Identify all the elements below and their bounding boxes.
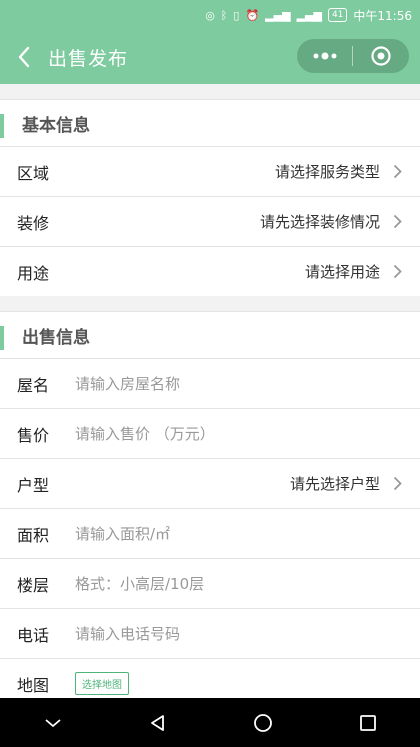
area-row: 面积 请输入面积/㎡ (0, 508, 420, 558)
recents-square-icon (359, 714, 376, 731)
region-row[interactable]: 区域 请选择服务类型 (0, 146, 420, 196)
alarm-icon: ⏰ (245, 8, 260, 22)
phone-row: 电话 请输入电话号码 (0, 608, 420, 658)
back-triangle-icon (150, 714, 164, 731)
floor-input[interactable]: 格式：小高层/10层 (75, 573, 404, 594)
region-value: 请选择服务类型 (274, 163, 380, 181)
mini-program-capsule (297, 39, 409, 73)
house-name-row: 屋名 请输入房屋名称 (0, 358, 420, 408)
app-header: ◎ ᛒ ▯ ⏰ ▂▄▆ ▂▄▆ 41 中午11:56 出售发布 (0, 0, 420, 84)
section-accent-bar (0, 114, 4, 138)
decoration-row[interactable]: 装修 请先选择装修情况 (0, 196, 420, 246)
signal-icon-2: ▂▄▆ (296, 8, 322, 22)
recents-nav-button[interactable] (338, 698, 398, 747)
status-time: 中午11:56 (353, 8, 412, 23)
floor-row: 楼层 格式：小高层/10层 (0, 558, 420, 608)
select-map-button[interactable]: 选择地图 (75, 672, 129, 695)
decoration-label: 装修 (17, 213, 50, 233)
status-bar: ◎ ᛒ ▯ ⏰ ▂▄▆ ▂▄▆ 41 中午11:56 (0, 0, 420, 30)
usage-row[interactable]: 用途 请选择用途 (0, 246, 420, 296)
map-row: 地图 选择地图 (0, 658, 420, 698)
house-name-label: 屋名 (17, 375, 50, 395)
chevron-right-icon (390, 214, 404, 229)
basic-info-section: 基本信息 区域 请选择服务类型 装修 请先选择装修情况 用途 请选择用途 (0, 100, 420, 296)
chevron-left-icon (18, 46, 30, 68)
system-nav-bar (0, 698, 420, 747)
chevron-right-icon (390, 476, 404, 491)
phone-input[interactable]: 请输入电话号码 (75, 623, 404, 644)
signal-icon: ▂▄▆ (265, 8, 291, 22)
section-gap (0, 84, 420, 100)
floor-label: 楼层 (17, 575, 50, 595)
area-label: 面积 (17, 525, 50, 545)
back-nav-button[interactable] (128, 698, 188, 747)
region-label: 区域 (17, 163, 50, 183)
vibrate-icon: ▯ (233, 8, 240, 22)
close-program-button[interactable] (353, 39, 408, 73)
layout-label: 户型 (17, 475, 50, 495)
back-button[interactable] (2, 35, 46, 79)
home-nav-button[interactable] (233, 698, 293, 747)
section-header-basic: 基本信息 (0, 100, 420, 146)
area-input[interactable]: 请输入面积/㎡ (75, 523, 404, 544)
sale-info-section: 出售信息 屋名 请输入房屋名称 售价 请输入售价 （万元） 户型 请先选择户型 … (0, 312, 420, 698)
chevron-right-icon (390, 264, 404, 279)
more-dots-icon (313, 52, 336, 60)
decoration-value: 请先选择装修情况 (259, 213, 380, 231)
target-close-icon (370, 46, 391, 66)
bluetooth-icon: ᛒ (220, 8, 228, 22)
nfc-icon: ◎ (205, 8, 215, 22)
usage-value: 请选择用途 (304, 263, 380, 281)
layout-row[interactable]: 户型 请先选择户型 (0, 458, 420, 508)
section-gap (0, 296, 420, 312)
chevron-down-icon (44, 718, 61, 727)
phone-label: 电话 (17, 625, 50, 645)
layout-value: 请先选择户型 (289, 475, 380, 493)
usage-label: 用途 (17, 263, 50, 283)
price-label: 售价 (17, 425, 50, 445)
section-title: 出售信息 (22, 327, 90, 348)
battery-icon: 41 (327, 8, 348, 22)
section-title: 基本信息 (22, 115, 90, 136)
page-title: 出售发布 (48, 47, 129, 70)
price-input[interactable]: 请输入售价 （万元） (75, 423, 404, 444)
section-header-sale: 出售信息 (0, 312, 420, 358)
more-button[interactable] (297, 39, 352, 73)
map-label: 地图 (17, 675, 50, 695)
hide-nav-button[interactable] (23, 698, 83, 747)
chevron-right-icon (390, 164, 404, 179)
section-accent-bar (0, 326, 4, 350)
house-name-input[interactable]: 请输入房屋名称 (75, 373, 404, 394)
form-content: 基本信息 区域 请选择服务类型 装修 请先选择装修情况 用途 请选择用途 出售信… (0, 84, 420, 698)
price-row: 售价 请输入售价 （万元） (0, 408, 420, 458)
nav-bar: 出售发布 (0, 30, 420, 84)
home-circle-icon (253, 713, 272, 732)
